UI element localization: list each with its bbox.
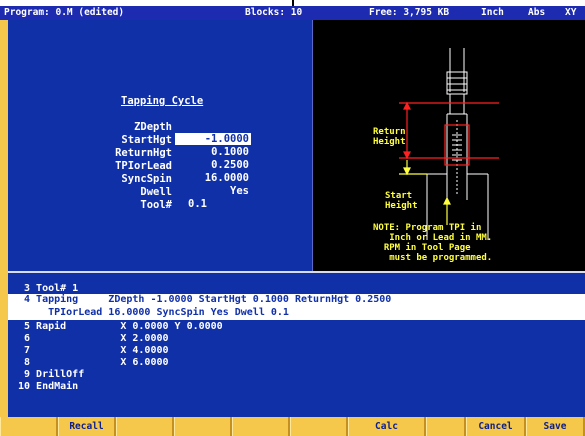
program-line-selected-continued[interactable]: TPIorLead 16.0000 SyncSpin Yes Dwell 0.1	[8, 307, 585, 320]
softkey-bar: Recall Calc Cancel Save	[0, 417, 585, 436]
return-height-marker	[399, 101, 499, 166]
left-edge-strip	[0, 20, 8, 417]
recall-button[interactable]: Recall	[58, 417, 116, 436]
program-line[interactable]: 10 EndMain	[8, 381, 585, 393]
program-line[interactable]: 6 X 2.0000	[8, 333, 585, 345]
program-name: Program: 0.M (edited)	[4, 7, 125, 18]
calc-button[interactable]: Calc	[348, 417, 426, 436]
main-area: Tapping Cycle ZDepth -1.0000 StartHgt 0.…	[8, 20, 585, 271]
program-listing: 3 Tool# 1 4 Tapping ZDepth -1.0000 Start…	[8, 273, 585, 417]
param-row-tpiorlead[interactable]: TPIorLead 16.0000	[8, 148, 311, 184]
tapping-diagram-panel: Return Height Start Height NOTE: Program…	[312, 20, 585, 271]
free-memory: Free: 3,795 KB	[369, 7, 450, 18]
param-row-zdepth[interactable]: ZDepth -1.0000	[8, 109, 311, 145]
softkey-f5[interactable]	[232, 417, 290, 436]
form-title: Tapping Cycle	[121, 95, 204, 107]
param-row-starthgt[interactable]: StartHgt 0.1000	[8, 122, 311, 158]
param-row-syncspin[interactable]: SyncSpin Yes	[8, 161, 311, 197]
param-label: Tool#	[140, 199, 172, 211]
softkey-f3[interactable]	[116, 417, 174, 436]
program-line[interactable]: 8 X 6.0000	[8, 357, 585, 369]
return-height-label: Return Height	[373, 127, 406, 147]
status-bar: Program: 0.M (edited) Blocks: 10 Free: 3…	[0, 6, 585, 20]
softkey-f4[interactable]	[174, 417, 232, 436]
dwell-input[interactable]: 0.1	[188, 198, 264, 210]
cancel-button[interactable]: Cancel	[466, 417, 526, 436]
program-line[interactable]: 9 DrillOff	[8, 369, 585, 381]
cycle-form-panel: Tapping Cycle ZDepth -1.0000 StartHgt 0.…	[8, 20, 311, 271]
param-row-dwell[interactable]: Dwell 0.1	[8, 174, 311, 210]
softkey-f8[interactable]	[426, 417, 466, 436]
units-indicator: Inch	[481, 7, 504, 18]
save-button[interactable]: Save	[526, 417, 585, 436]
axes-indicator: XY	[565, 7, 577, 18]
programming-note: NOTE: Program TPI in Inch or Lead in MM.…	[373, 223, 493, 263]
param-row-tool[interactable]: Tool#	[8, 187, 311, 211]
start-height-label: Start Height	[385, 191, 418, 211]
tool-holder-drawing	[426, 48, 489, 240]
block-count: Blocks: 10	[245, 7, 303, 18]
softkey-f6[interactable]	[290, 417, 348, 436]
softkey-f1[interactable]	[0, 417, 58, 436]
program-line[interactable]: 7 X 4.0000	[8, 345, 585, 357]
program-line[interactable]: 5 Rapid X 0.0000 Y 0.0000	[8, 321, 585, 333]
mode-indicator: Abs	[528, 7, 546, 18]
program-line-selected[interactable]: 4 Tapping ZDepth -1.0000 StartHgt 0.1000…	[8, 294, 585, 307]
param-row-returnhgt[interactable]: ReturnHgt 0.2500	[8, 135, 311, 171]
